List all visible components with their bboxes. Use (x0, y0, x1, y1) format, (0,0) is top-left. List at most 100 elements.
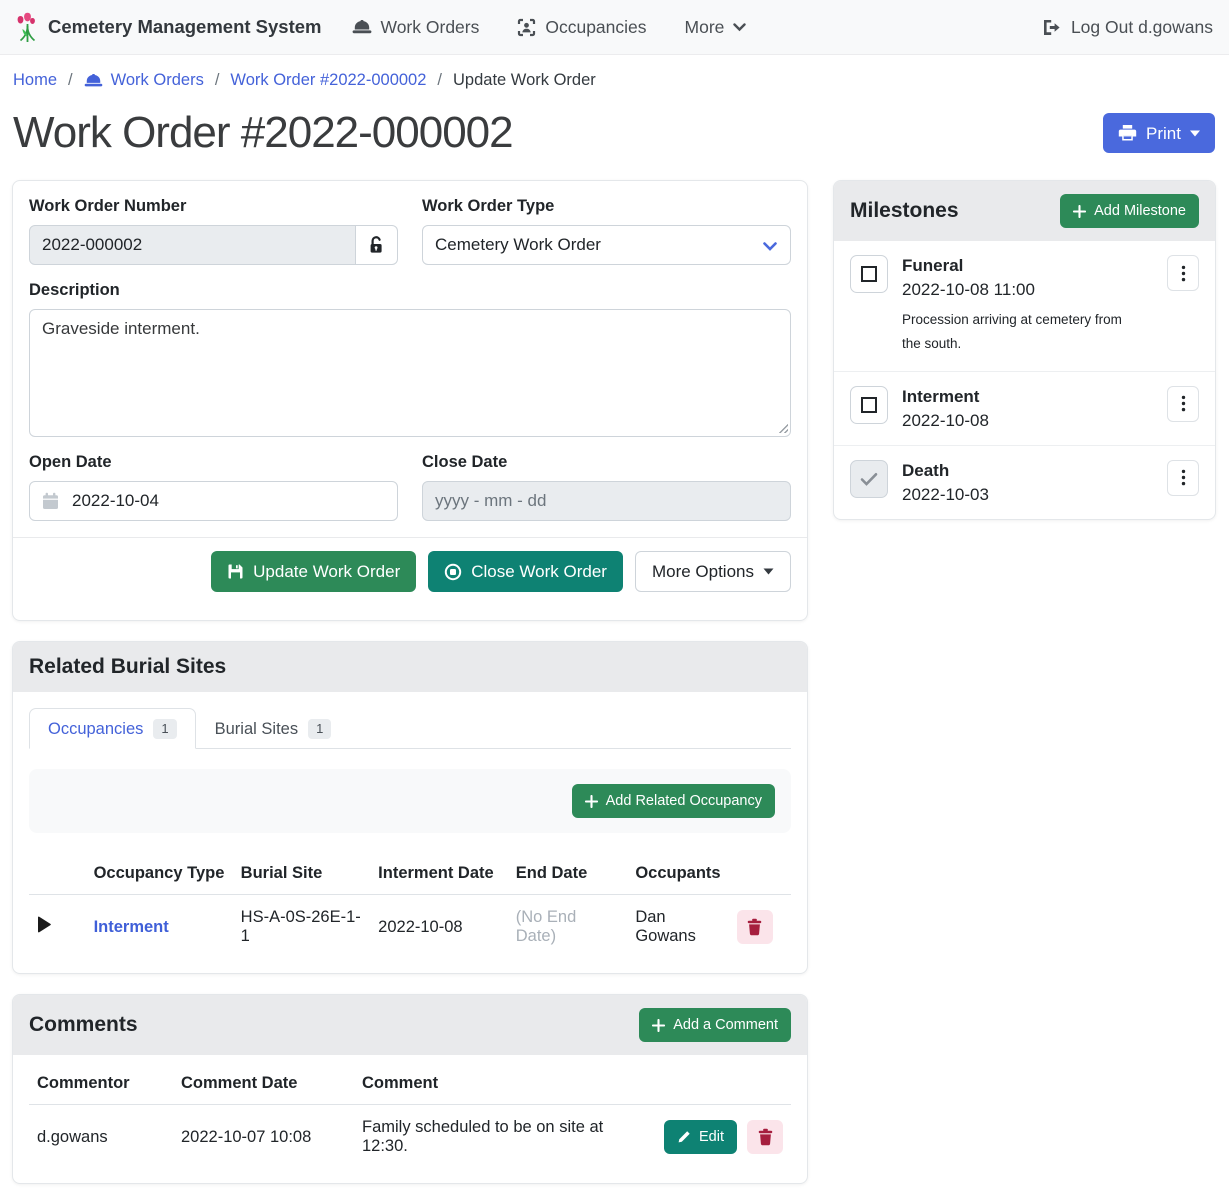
description-textarea[interactable]: Graveside interment. (29, 309, 791, 437)
related-burial-sites-header: Related Burial Sites (13, 642, 807, 692)
work-order-type-label: Work Order Type (422, 197, 791, 216)
add-milestone-button[interactable]: Add Milestone (1060, 194, 1199, 228)
nav-label: More (685, 17, 725, 38)
tab-label: Burial Sites (215, 720, 298, 739)
milestone-description: Procession arriving at cemetery from the… (902, 308, 1134, 357)
section-title: Milestones (850, 199, 959, 223)
logout-label: Log Out d.gowans (1071, 17, 1213, 38)
add-related-occupancy-button[interactable]: Add Related Occupancy (572, 784, 775, 818)
breadcrumb-work-orders[interactable]: Work Orders (84, 71, 204, 90)
checkbox-square-icon (861, 397, 877, 413)
milestone-item-death: Death 2022-10-03 (834, 446, 1215, 519)
count-badge: 1 (153, 719, 176, 739)
breadcrumb-home[interactable]: Home (13, 71, 57, 90)
expand-row-play-icon[interactable] (37, 916, 51, 933)
breadcrumb-work-order-number[interactable]: Work Order #2022-000002 (230, 71, 426, 90)
checkbox-square-icon (861, 266, 877, 282)
milestones-header: Milestones Add Milestone (834, 181, 1215, 241)
nav-label: Occupancies (545, 17, 646, 38)
breadcrumb-separator: / (68, 71, 73, 90)
plus-icon (585, 795, 598, 808)
page-title: Work Order #2022-000002 (13, 108, 513, 158)
work-order-type-select[interactable]: Cemetery Work Order (422, 225, 791, 265)
kebab-icon (1181, 469, 1186, 486)
occupancy-row: Interment HS-A-0S-26E-1-1 2022-10-08 (No… (29, 895, 791, 960)
milestone-title: Funeral (902, 256, 1153, 276)
occupancy-type-link[interactable]: Interment (94, 918, 169, 936)
column-header: Interment Date (370, 853, 508, 895)
add-related-occupancy-label: Add Related Occupancy (606, 793, 762, 809)
column-header-actions (729, 853, 791, 895)
app-brand[interactable]: Cemetery Management System (16, 12, 322, 43)
update-label: Update Work Order (253, 563, 400, 580)
add-comment-label: Add a Comment (673, 1017, 778, 1033)
add-milestone-label: Add Milestone (1094, 203, 1186, 219)
milestone-date: 2022-10-08 11:00 (902, 280, 1153, 300)
nav-occupancies[interactable]: Occupancies (517, 17, 646, 38)
tab-label: Occupancies (48, 720, 143, 739)
milestone-menu-button[interactable] (1167, 255, 1199, 291)
work-order-type-value: Cemetery Work Order (435, 235, 601, 255)
milestone-menu-button[interactable] (1167, 460, 1199, 496)
tulip-logo-icon (16, 12, 39, 43)
add-comment-button[interactable]: Add a Comment (639, 1008, 791, 1042)
breadcrumb-separator: / (215, 71, 220, 90)
stop-circle-icon (444, 563, 462, 581)
breadcrumb-current: Update Work Order (453, 71, 596, 90)
column-header: Occupants (627, 853, 728, 895)
end-date-cell: (No End Date) (508, 895, 628, 960)
milestone-checkbox[interactable] (850, 386, 888, 424)
kebab-icon (1181, 395, 1186, 412)
burial-site-cell: HS-A-0S-26E-1-1 (233, 895, 371, 960)
milestone-item-interment: Interment 2022-10-08 (834, 372, 1215, 446)
column-header: Comment Date (173, 1063, 354, 1105)
work-order-number-field: Work Order Number (29, 197, 398, 265)
description-label: Description (29, 281, 791, 300)
work-order-type-field: Work Order Type Cemetery Work Order (422, 197, 791, 265)
comments-header: Comments Add a Comment (13, 995, 807, 1055)
more-options-button[interactable]: More Options (635, 551, 791, 592)
close-date-input[interactable] (422, 481, 791, 521)
tab-burial-sites[interactable]: Burial Sites 1 (196, 708, 351, 749)
work-order-number-label: Work Order Number (29, 197, 398, 216)
more-options-label: More Options (652, 563, 754, 580)
edit-comment-button[interactable]: Edit (664, 1120, 737, 1154)
update-work-order-button[interactable]: Update Work Order (211, 551, 416, 592)
nav-more[interactable]: More (685, 17, 747, 38)
trash-icon (758, 1128, 773, 1146)
kebab-icon (1181, 265, 1186, 282)
delete-comment-button[interactable] (747, 1120, 783, 1154)
plus-icon (1073, 205, 1086, 218)
main-layout: Work Order Number Work Order Type Cemete… (0, 180, 1229, 1204)
nav-label: Work Orders (381, 17, 480, 38)
plus-icon (652, 1019, 665, 1032)
commentor-cell: d.gowans (29, 1105, 173, 1170)
open-date-input[interactable] (29, 481, 398, 521)
person-frame-icon (517, 18, 536, 37)
work-order-number-input[interactable] (29, 225, 356, 265)
milestone-title: Death (902, 461, 1153, 481)
caret-down-icon (763, 568, 774, 575)
close-work-order-button[interactable]: Close Work Order (428, 551, 623, 592)
print-button[interactable]: Print (1103, 113, 1215, 153)
column-header: Occupancy Type (86, 853, 233, 895)
milestone-menu-button[interactable] (1167, 386, 1199, 422)
column-header-expand (29, 853, 86, 895)
milestones-card: Milestones Add Milestone Funeral 2022-10… (833, 180, 1216, 520)
comments-card: Comments Add a Comment Commentor Comment… (12, 994, 808, 1184)
milestone-checkbox[interactable] (850, 460, 888, 498)
tab-occupancies[interactable]: Occupancies 1 (29, 708, 196, 749)
open-date-label: Open Date (29, 453, 398, 472)
milestone-checkbox[interactable] (850, 255, 888, 293)
pencil-icon (677, 1130, 691, 1144)
occupants-cell: Dan Gowans (627, 895, 728, 960)
close-date-field: Close Date (422, 453, 791, 521)
lock-toggle-button[interactable] (356, 225, 398, 265)
hard-hat-icon (352, 19, 372, 35)
logout-button[interactable]: Log Out d.gowans (1042, 17, 1213, 38)
delete-occupancy-button[interactable] (737, 910, 773, 944)
nav-work-orders[interactable]: Work Orders (352, 17, 480, 38)
close-date-label: Close Date (422, 453, 791, 472)
print-label: Print (1146, 125, 1181, 142)
comment-row: d.gowans 2022-10-07 10:08 Family schedul… (29, 1105, 791, 1170)
